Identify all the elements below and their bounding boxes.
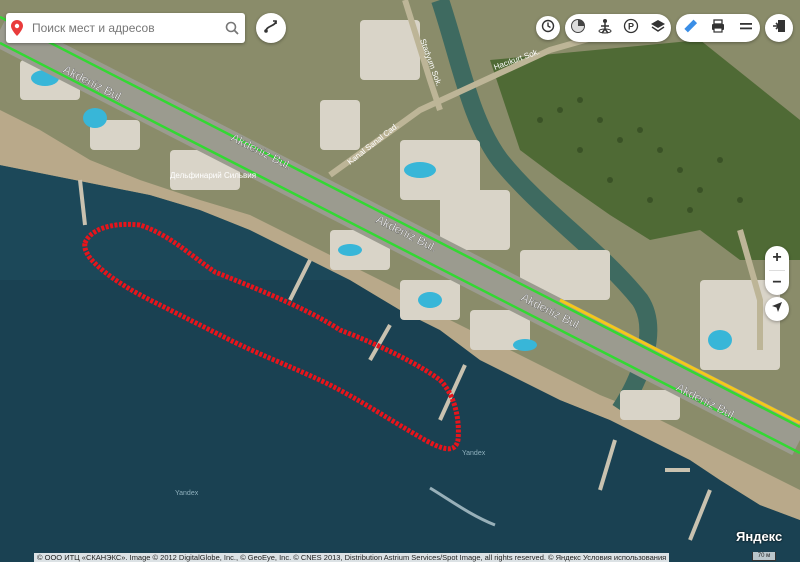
clock-icon (541, 19, 555, 38)
place-dolphinarium: Дельфинарий Сильвия (170, 171, 256, 180)
layers-icon (650, 18, 666, 39)
layers-button[interactable] (645, 14, 672, 42)
yandex-logo[interactable]: Яндекс (736, 529, 782, 544)
zoom-in-button[interactable]: + (765, 246, 789, 270)
panorama-person-icon (597, 18, 613, 39)
search-bar[interactable]: Поиск мест и адресов (6, 13, 245, 43)
geolocation-button[interactable] (765, 297, 789, 321)
search-icon[interactable] (219, 21, 245, 35)
history-button[interactable] (536, 16, 560, 40)
satellite-map[interactable]: Akdeniz Bul. Akdeniz Bul. Akdeniz Bul. A… (0, 0, 800, 562)
copyright-bar: © ООО ИТЦ «СКАНЭКС». Image © 2012 Digita… (34, 553, 670, 562)
location-arrow-icon (771, 300, 783, 318)
zoom-out-button[interactable]: − (765, 271, 789, 295)
layers-toolbar: P (565, 14, 671, 42)
watermark-2: Yandex (462, 450, 486, 457)
menu-button[interactable] (732, 14, 760, 42)
print-button[interactable] (704, 14, 732, 42)
location-pin-icon (6, 20, 28, 36)
ruler-icon (682, 18, 698, 39)
route-icon (263, 18, 279, 39)
zoom-control: + − (765, 246, 789, 295)
ruler-button[interactable] (676, 14, 704, 42)
scale-bar: 70 м (752, 552, 776, 561)
printer-icon (710, 18, 726, 39)
watermark-1: Yandex (175, 490, 199, 497)
panorama-button[interactable] (592, 14, 619, 42)
menu-icon (739, 19, 753, 37)
tools-toolbar (676, 14, 760, 42)
traffic-icon (570, 18, 586, 39)
search-input[interactable]: Поиск мест и адресов (28, 21, 219, 35)
login-button[interactable] (765, 14, 793, 42)
traffic-button[interactable] (565, 14, 592, 42)
login-door-icon (772, 19, 786, 38)
parking-button[interactable]: P (618, 14, 645, 42)
svg-text:P: P (628, 21, 634, 31)
parking-icon: P (623, 18, 639, 39)
route-button[interactable] (256, 13, 286, 43)
